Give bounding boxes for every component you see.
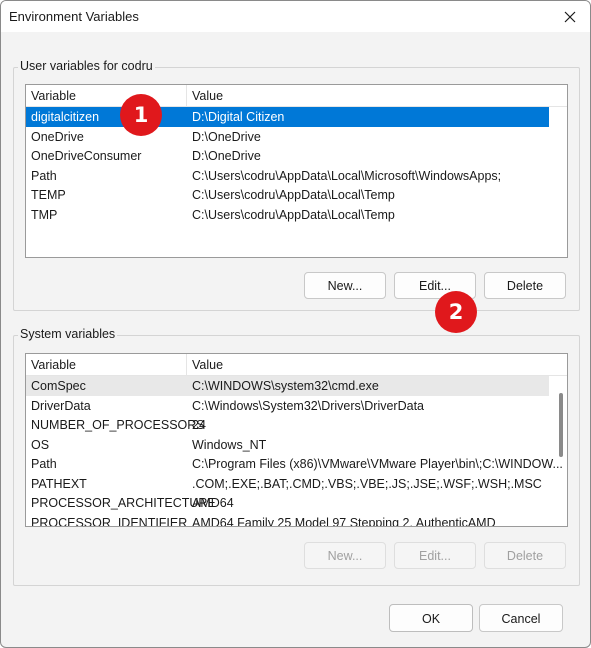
window-title: Environment Variables — [9, 9, 139, 24]
system-row-value: 24 — [192, 418, 206, 432]
system-list-header: Variable Value — [26, 354, 567, 376]
system-header-variable[interactable]: Variable — [31, 358, 76, 372]
system-row-value: C:\Windows\System32\Drivers\DriverData — [192, 398, 424, 413]
system-row-os[interactable]: OS Windows_NT — [26, 435, 567, 455]
system-row-variable: NUMBER_OF_PROCESSORS — [31, 418, 205, 432]
system-edit-button[interactable]: Edit... — [394, 542, 476, 569]
system-row-value: Windows_NT — [192, 437, 267, 452]
close-icon — [564, 11, 576, 22]
step-1-marker: 1 — [120, 94, 162, 136]
system-new-button[interactable]: New... — [304, 542, 386, 569]
close-button[interactable] — [550, 1, 590, 32]
user-row-value: C:\Users\codru\AppData\Local\Temp — [192, 207, 395, 222]
system-header-value[interactable]: Value — [192, 358, 223, 372]
system-row-variable: DriverData — [31, 398, 91, 413]
user-row-value: D:\OneDrive — [192, 149, 261, 163]
system-row-variable: PROCESSOR_ARCHITECTURE — [31, 496, 216, 510]
system-row-value: C:\Program Files (x86)\VMware\VMware Pla… — [192, 457, 563, 471]
user-header-value[interactable]: Value — [192, 89, 223, 103]
user-header-variable[interactable]: Variable — [31, 89, 76, 103]
step-2-marker: 2 — [435, 291, 477, 333]
ok-button[interactable]: OK — [389, 604, 473, 632]
system-row-driverdata[interactable]: DriverData C:\Windows\System32\Drivers\D… — [26, 396, 567, 416]
user-row-variable: TEMP — [31, 188, 66, 202]
system-row-processor-architecture[interactable]: PROCESSOR_ARCHITECTURE AMD64 — [26, 493, 567, 513]
system-row-value: AMD64 — [192, 496, 234, 510]
user-row-value: D:\Digital Citizen — [192, 110, 285, 124]
user-delete-button[interactable]: Delete — [484, 272, 566, 299]
user-row-value: C:\Users\codru\AppData\Local\Temp — [192, 188, 395, 202]
user-row-variable: OneDrive — [31, 129, 84, 144]
environment-variables-dialog: Environment Variables User variables for… — [0, 0, 591, 648]
user-new-button[interactable]: New... — [304, 272, 386, 299]
user-row-variable: TMP — [31, 207, 58, 222]
cancel-button[interactable]: Cancel — [479, 604, 563, 632]
system-list-scrollbar[interactable] — [557, 376, 565, 524]
system-delete-button[interactable]: Delete — [484, 542, 566, 569]
user-row-value: D:\OneDrive — [192, 129, 261, 144]
user-list-header: Variable Value — [26, 85, 567, 107]
user-row-temp[interactable]: TEMP C:\Users\codru\AppData\Local\Temp — [26, 185, 567, 205]
user-row-digitalcitizen[interactable]: digitalcitizen D:\Digital Citizen — [26, 107, 549, 127]
user-variables-list[interactable]: Variable Value digitalcitizen D:\Digital… — [25, 84, 568, 258]
system-row-variable: ComSpec — [31, 379, 86, 393]
user-row-value: C:\Users\codru\AppData\Local\Microsoft\W… — [192, 168, 502, 183]
system-row-variable: Path — [31, 457, 57, 471]
system-row-processor-identifier[interactable]: PROCESSOR_IDENTIFIER AMD64 Family 25 Mod… — [26, 513, 567, 527]
system-variables-list[interactable]: Variable Value ComSpec C:\WINDOWS\system… — [25, 353, 568, 527]
title-bar: Environment Variables — [1, 1, 590, 32]
system-row-pathext[interactable]: PATHEXT .COM;.EXE;.BAT;.CMD;.VBS;.VBE;.J… — [26, 474, 567, 494]
user-row-variable: Path — [31, 168, 57, 183]
user-row-path[interactable]: Path C:\Users\codru\AppData\Local\Micros… — [26, 166, 567, 186]
system-row-value: .COM;.EXE;.BAT;.CMD;.VBS;.VBE;.JS;.JSE;.… — [192, 476, 542, 491]
system-row-variable: OS — [31, 437, 50, 452]
user-row-onedriveconsumer[interactable]: OneDriveConsumer D:\OneDrive — [26, 146, 567, 166]
system-row-comspec[interactable]: ComSpec C:\WINDOWS\system32\cmd.exe — [26, 376, 549, 396]
user-row-onedrive[interactable]: OneDrive D:\OneDrive — [26, 127, 567, 147]
system-variables-legend: System variables — [18, 327, 118, 341]
scrollbar-thumb[interactable] — [559, 393, 563, 457]
system-row-variable: PATHEXT — [31, 476, 87, 491]
user-variables-legend: User variables for codru — [18, 59, 155, 73]
system-row-value: C:\WINDOWS\system32\cmd.exe — [192, 379, 379, 393]
system-row-value: AMD64 Family 25 Model 97 Stepping 2, Aut… — [192, 515, 496, 527]
user-row-tmp[interactable]: TMP C:\Users\codru\AppData\Local\Temp — [26, 205, 567, 225]
user-row-variable: OneDriveConsumer — [31, 149, 142, 163]
user-row-variable: digitalcitizen — [31, 110, 100, 124]
system-row-variable: PROCESSOR_IDENTIFIER — [31, 515, 188, 527]
system-row-number-of-processors[interactable]: NUMBER_OF_PROCESSORS 24 — [26, 415, 567, 435]
system-row-path[interactable]: Path C:\Program Files (x86)\VMware\VMwar… — [26, 454, 567, 474]
